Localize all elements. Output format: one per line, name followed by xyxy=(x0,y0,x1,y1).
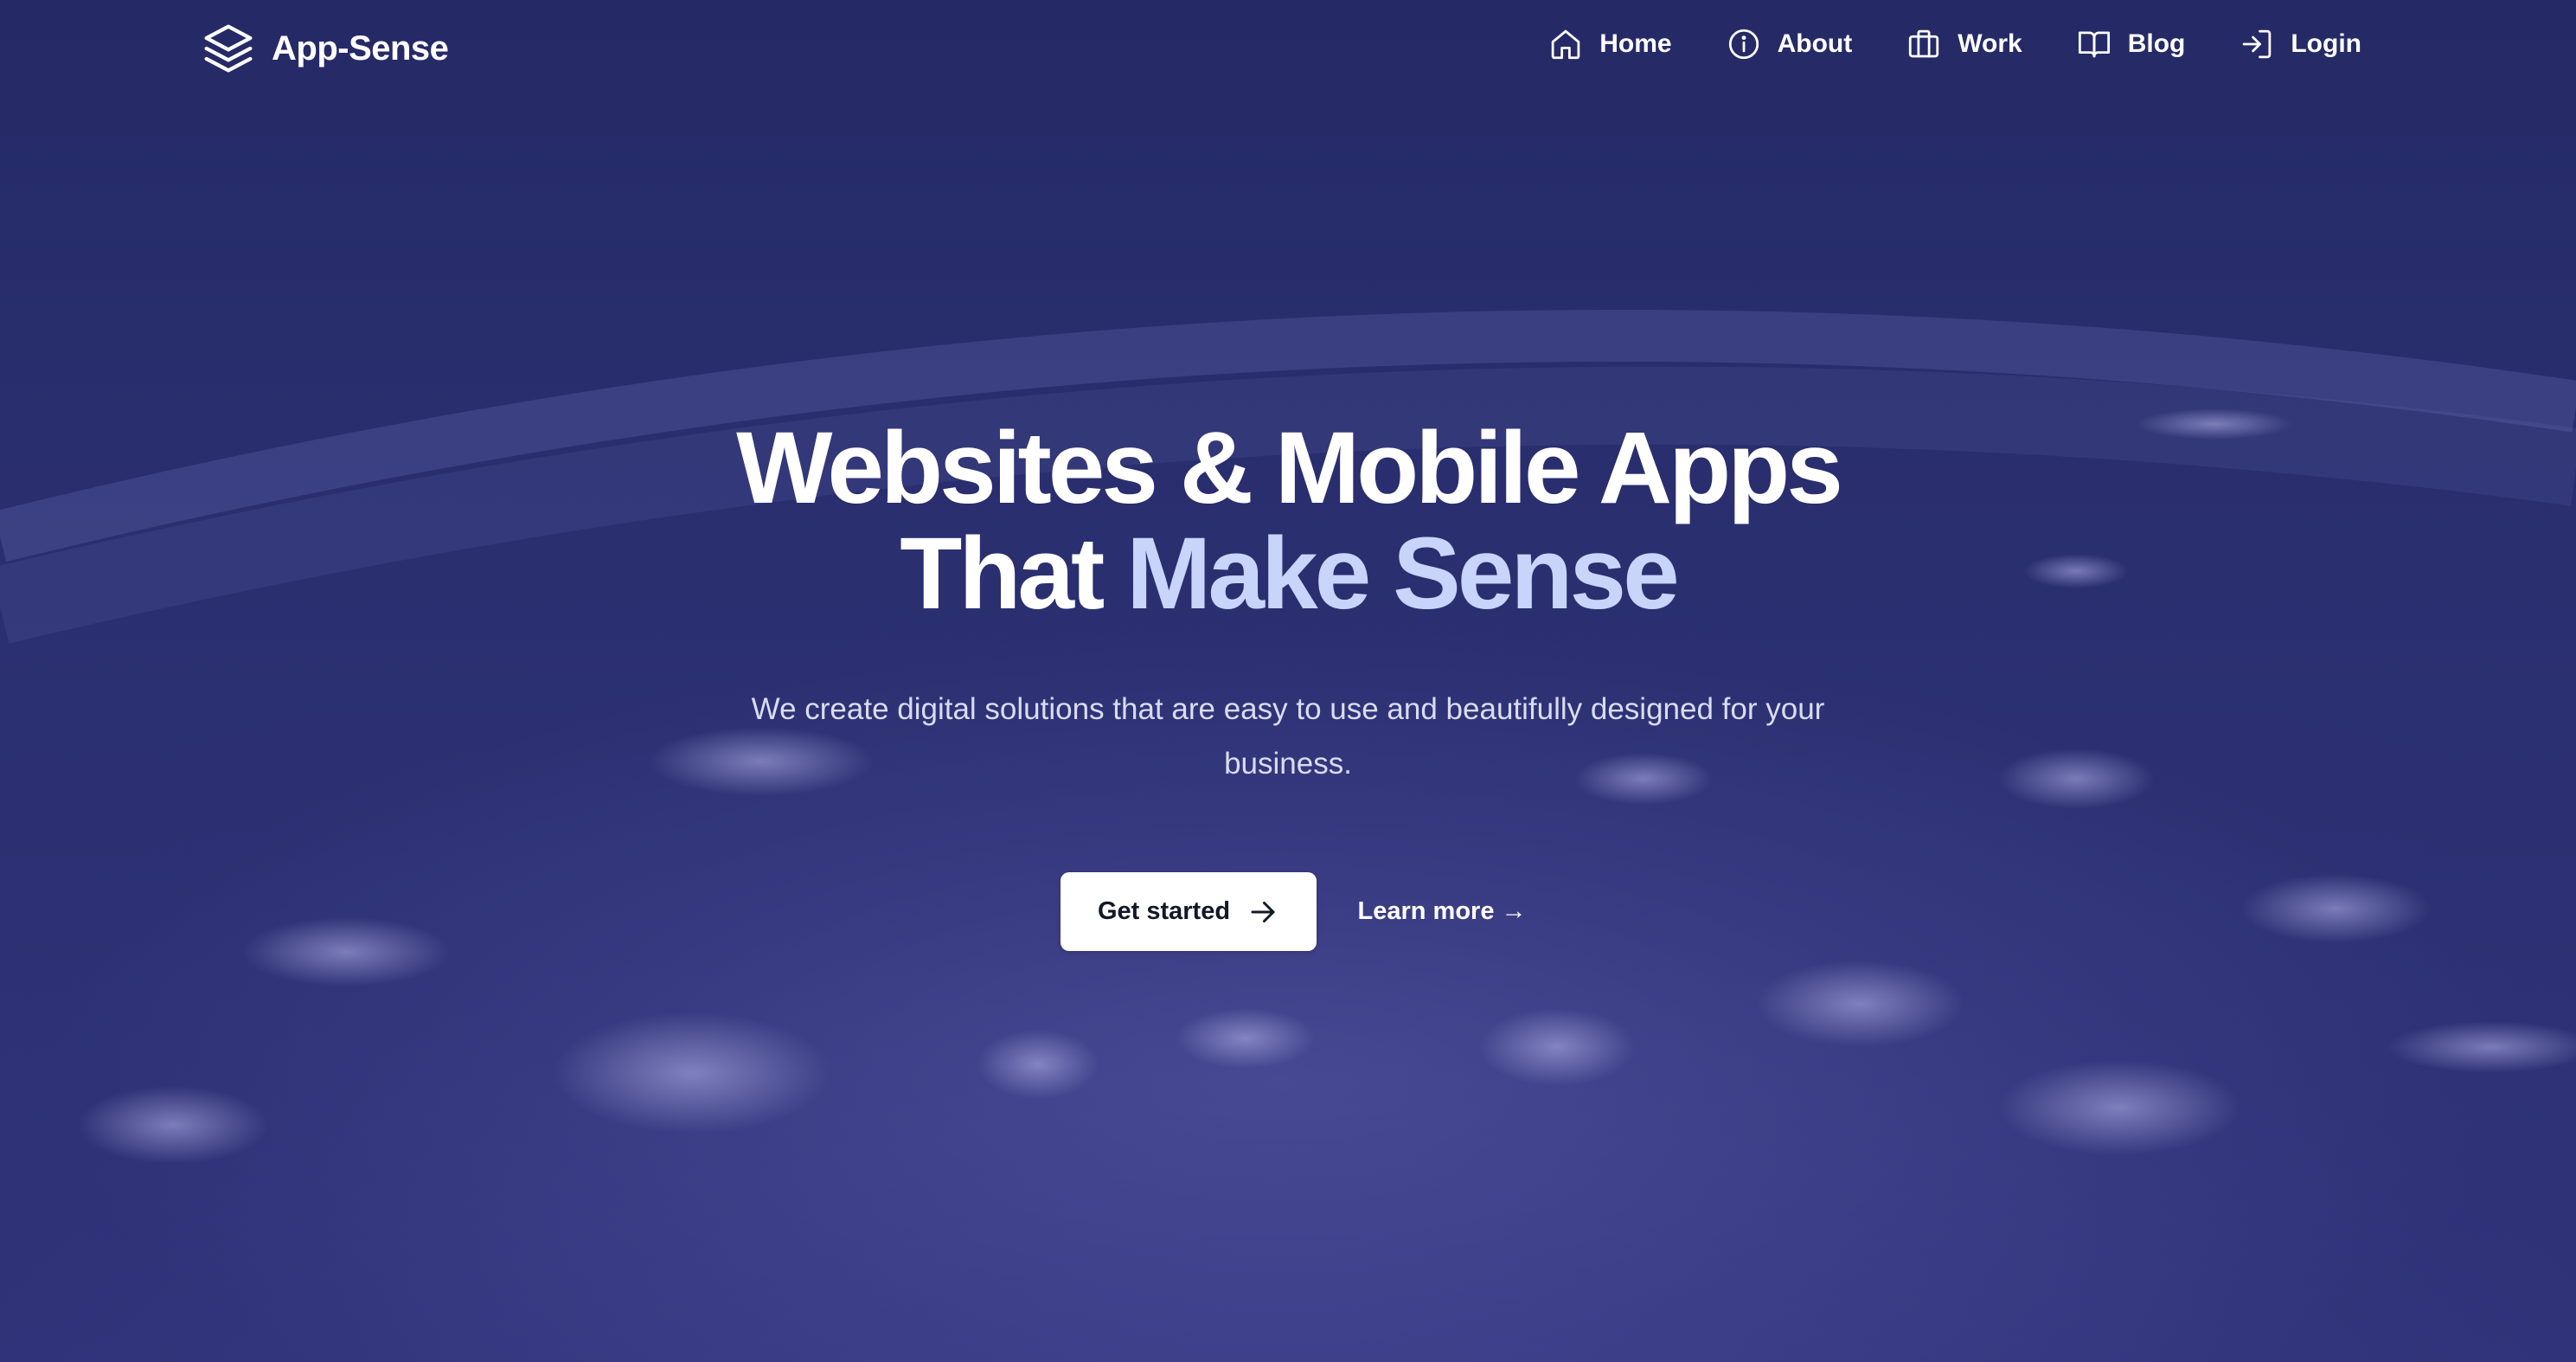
nav-label-home: Home xyxy=(1599,29,1672,58)
home-icon xyxy=(1551,29,1580,60)
nav-label-work: Work xyxy=(1958,29,2022,58)
nav-item-work[interactable]: Work xyxy=(1906,26,2022,62)
main-nav: Home About Work Blog Login xyxy=(1548,26,2361,62)
hero-title-accent: Make Sense xyxy=(1126,517,1680,631)
nav-item-blog[interactable]: Blog xyxy=(2076,26,2186,62)
briefcase-icon xyxy=(1909,29,1939,58)
site-header: App-Sense Home About Work Blog Login xyxy=(0,0,2576,102)
hero-section: Websites & Mobile Apps That Make Sense W… xyxy=(0,415,2576,951)
hero-title-line2-plain: That xyxy=(900,517,1127,631)
nav-item-login[interactable]: Login xyxy=(2239,26,2361,62)
nav-label-about: About xyxy=(1777,29,1853,58)
info-icon xyxy=(1728,29,1759,60)
hero-subtitle: We create digital solutions that are eas… xyxy=(751,692,1825,781)
brand-name: App-Sense xyxy=(272,29,449,67)
nav-item-about[interactable]: About xyxy=(1726,26,1853,62)
hero-title-line1: Websites & Mobile Apps xyxy=(736,411,1843,525)
learn-more-link[interactable]: Learn more → xyxy=(1358,897,1527,926)
cta-row: Get started Learn more → xyxy=(0,872,2576,951)
get-started-button[interactable]: Get started xyxy=(1060,872,1317,951)
stacked-layers-icon xyxy=(204,24,253,73)
arrow-right-icon xyxy=(1251,901,1275,922)
book-open-icon xyxy=(2078,31,2110,58)
nav-label-login: Login xyxy=(2291,29,2361,58)
brand-logo[interactable]: App-Sense xyxy=(201,21,449,76)
nav-item-home[interactable]: Home xyxy=(1548,26,1672,62)
get-started-label: Get started xyxy=(1097,897,1231,925)
login-icon xyxy=(2243,29,2272,59)
hero-title: Websites & Mobile Apps That Make Sense xyxy=(0,415,2576,626)
nav-label-blog: Blog xyxy=(2127,29,2186,58)
